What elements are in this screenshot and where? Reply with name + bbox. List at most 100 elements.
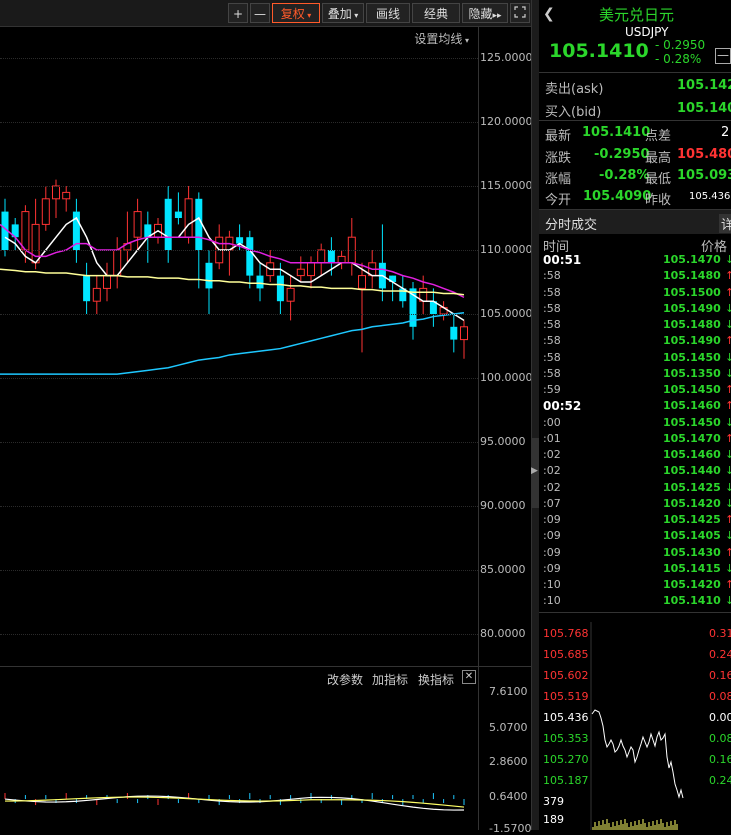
zoom-in-button[interactable]: + (228, 3, 248, 23)
back-icon[interactable]: ❮ (543, 6, 555, 22)
candle[interactable] (337, 255, 346, 264)
candle[interactable] (317, 249, 326, 264)
candle[interactable] (41, 198, 50, 225)
y-tick-label: 105.0000 (480, 307, 533, 320)
price-change-pct: - 0.28% (655, 52, 702, 66)
tick-time: :00 (543, 415, 561, 429)
tick-time: :10 (543, 594, 561, 608)
arrow-down-icon: ↓ (725, 253, 731, 266)
fuquan-dropdown[interactable]: 复权 ▾ (272, 3, 320, 23)
fullscreen-button[interactable] (510, 3, 530, 23)
huaxian-button[interactable]: 画线 (366, 3, 410, 23)
candle[interactable] (256, 275, 264, 289)
candle[interactable] (83, 275, 91, 302)
divider (478, 666, 531, 667)
diejia-dropdown[interactable]: 叠加 ▾ (322, 3, 364, 23)
tick-time: :58 (543, 285, 561, 299)
candle[interactable] (460, 326, 468, 341)
tick-time: :58 (543, 269, 561, 283)
tick-time: :09 (543, 545, 561, 559)
chart-toolbar: + — 复权 ▾ 叠加 ▾ 画线 经典 隐藏▸▸ (0, 0, 531, 27)
tick-row: :58 105.1490 ↓ (539, 302, 731, 318)
double-right-arrow-icon: ▸▸ (492, 11, 502, 21)
collapse-handle[interactable]: ▶ (531, 438, 539, 508)
candle[interactable] (92, 287, 101, 302)
fuquan-label: 复权 (280, 7, 305, 21)
y-tick-label: 125.0000 (480, 51, 533, 64)
tick-time: :59 (543, 383, 561, 396)
close-icon[interactable]: ✕ (462, 670, 476, 684)
tick-price: 105.1480 (663, 318, 721, 331)
minichart-canvas (590, 622, 684, 830)
y-tick-label: 85.0000 (480, 563, 526, 576)
y-tick-label: 95.0000 (480, 435, 526, 448)
jingdian-button[interactable]: 经典 (412, 3, 460, 23)
candle[interactable] (205, 262, 213, 289)
tick-row: :59 105.1450 ↑ (539, 383, 731, 399)
intraday-minichart[interactable]: 105.768 105.685 105.602 105.519 105.436 105.3… (539, 622, 731, 830)
ticks-list[interactable]: 00:51 105.1470 ↓:58 105.1480 ↑:58 105.1500 ↑:5… (539, 253, 731, 611)
candle[interactable] (174, 211, 182, 218)
indicator-header: 改参数 加指标 换指标 ✕ (0, 666, 478, 689)
candle[interactable] (296, 268, 305, 277)
tick-price: 105.1470 (663, 431, 721, 445)
candle[interactable] (307, 262, 315, 277)
add-indicator-link[interactable]: 加指标 (372, 671, 408, 688)
arrow-down-icon: ↓ (725, 318, 731, 331)
arrow-down-icon: ↓ (725, 594, 731, 608)
chevron-right-icon: ▶ (531, 466, 538, 476)
candle[interactable] (103, 275, 111, 289)
tick-row: :09 105.1425 ↑ (539, 513, 731, 529)
tick-price: 105.1450 (663, 383, 721, 396)
open-label: 今开 (545, 193, 572, 208)
candle[interactable] (195, 198, 203, 250)
y-axis-line (478, 26, 479, 830)
candle[interactable] (246, 237, 254, 276)
candle[interactable] (327, 250, 335, 263)
low-value: 105.093 (677, 168, 731, 183)
candle[interactable] (21, 211, 30, 251)
tab-detail[interactable]: 详 (719, 214, 731, 233)
tick-row: :02 105.1460 ↓ (539, 448, 731, 464)
tick-time: :09 (543, 529, 561, 543)
zhangdie-label: 涨跌 (545, 151, 572, 166)
tick-row: :58 105.1350 ↓ (539, 367, 731, 383)
tab-ticks[interactable]: 分时成交 (545, 214, 597, 233)
arrow-down-icon: ↓ (725, 496, 731, 510)
gridline (0, 506, 478, 507)
candle[interactable] (286, 287, 295, 302)
bid-label: 买入(bid) (545, 105, 602, 120)
tick-price: 105.1425 (663, 513, 721, 526)
zoom-out-button[interactable]: — (250, 3, 270, 23)
candle[interactable] (358, 275, 366, 289)
candle[interactable] (164, 198, 172, 250)
kline-chart-panel[interactable]: + — 复权 ▾ 叠加 ▾ 画线 经典 隐藏▸▸ 设置均线 ▾ 改参数 加指标 … (0, 0, 533, 835)
tick-time: :09 (543, 561, 561, 575)
tick-time: :10 (543, 578, 561, 591)
symbol-title: 美元兑日元 (599, 6, 675, 24)
candle[interactable] (62, 191, 71, 200)
candle[interactable] (184, 198, 193, 238)
spread-value: 2 (721, 125, 730, 140)
tick-time: :07 (543, 496, 561, 510)
y-tick-label: 90.0000 (480, 499, 526, 512)
tick-price: 105.1450 (663, 415, 721, 429)
change-params-link[interactable]: 改参数 (327, 671, 363, 688)
candle[interactable] (133, 211, 142, 238)
candle[interactable] (450, 326, 458, 340)
latest-value: 105.1410 (582, 125, 651, 140)
tick-time: :58 (543, 334, 561, 348)
prev-close-value: 105.436 (689, 191, 731, 202)
minimize-icon[interactable]: — (715, 48, 731, 64)
dropdown-arrow-icon: ▾ (351, 11, 359, 20)
minichart-price-line (591, 709, 684, 799)
candle[interactable] (236, 237, 244, 244)
arrow-down-icon: ↓ (725, 480, 731, 494)
tick-price: 105.1480 (663, 269, 721, 283)
indicator-canvas[interactable] (0, 688, 478, 830)
switch-indicator-link[interactable]: 换指标 (418, 671, 454, 688)
candle[interactable] (276, 275, 284, 302)
yincang-button[interactable]: 隐藏▸▸ (462, 3, 508, 23)
candle[interactable] (52, 185, 60, 200)
y-tick-label: 100.0000 (480, 371, 533, 384)
